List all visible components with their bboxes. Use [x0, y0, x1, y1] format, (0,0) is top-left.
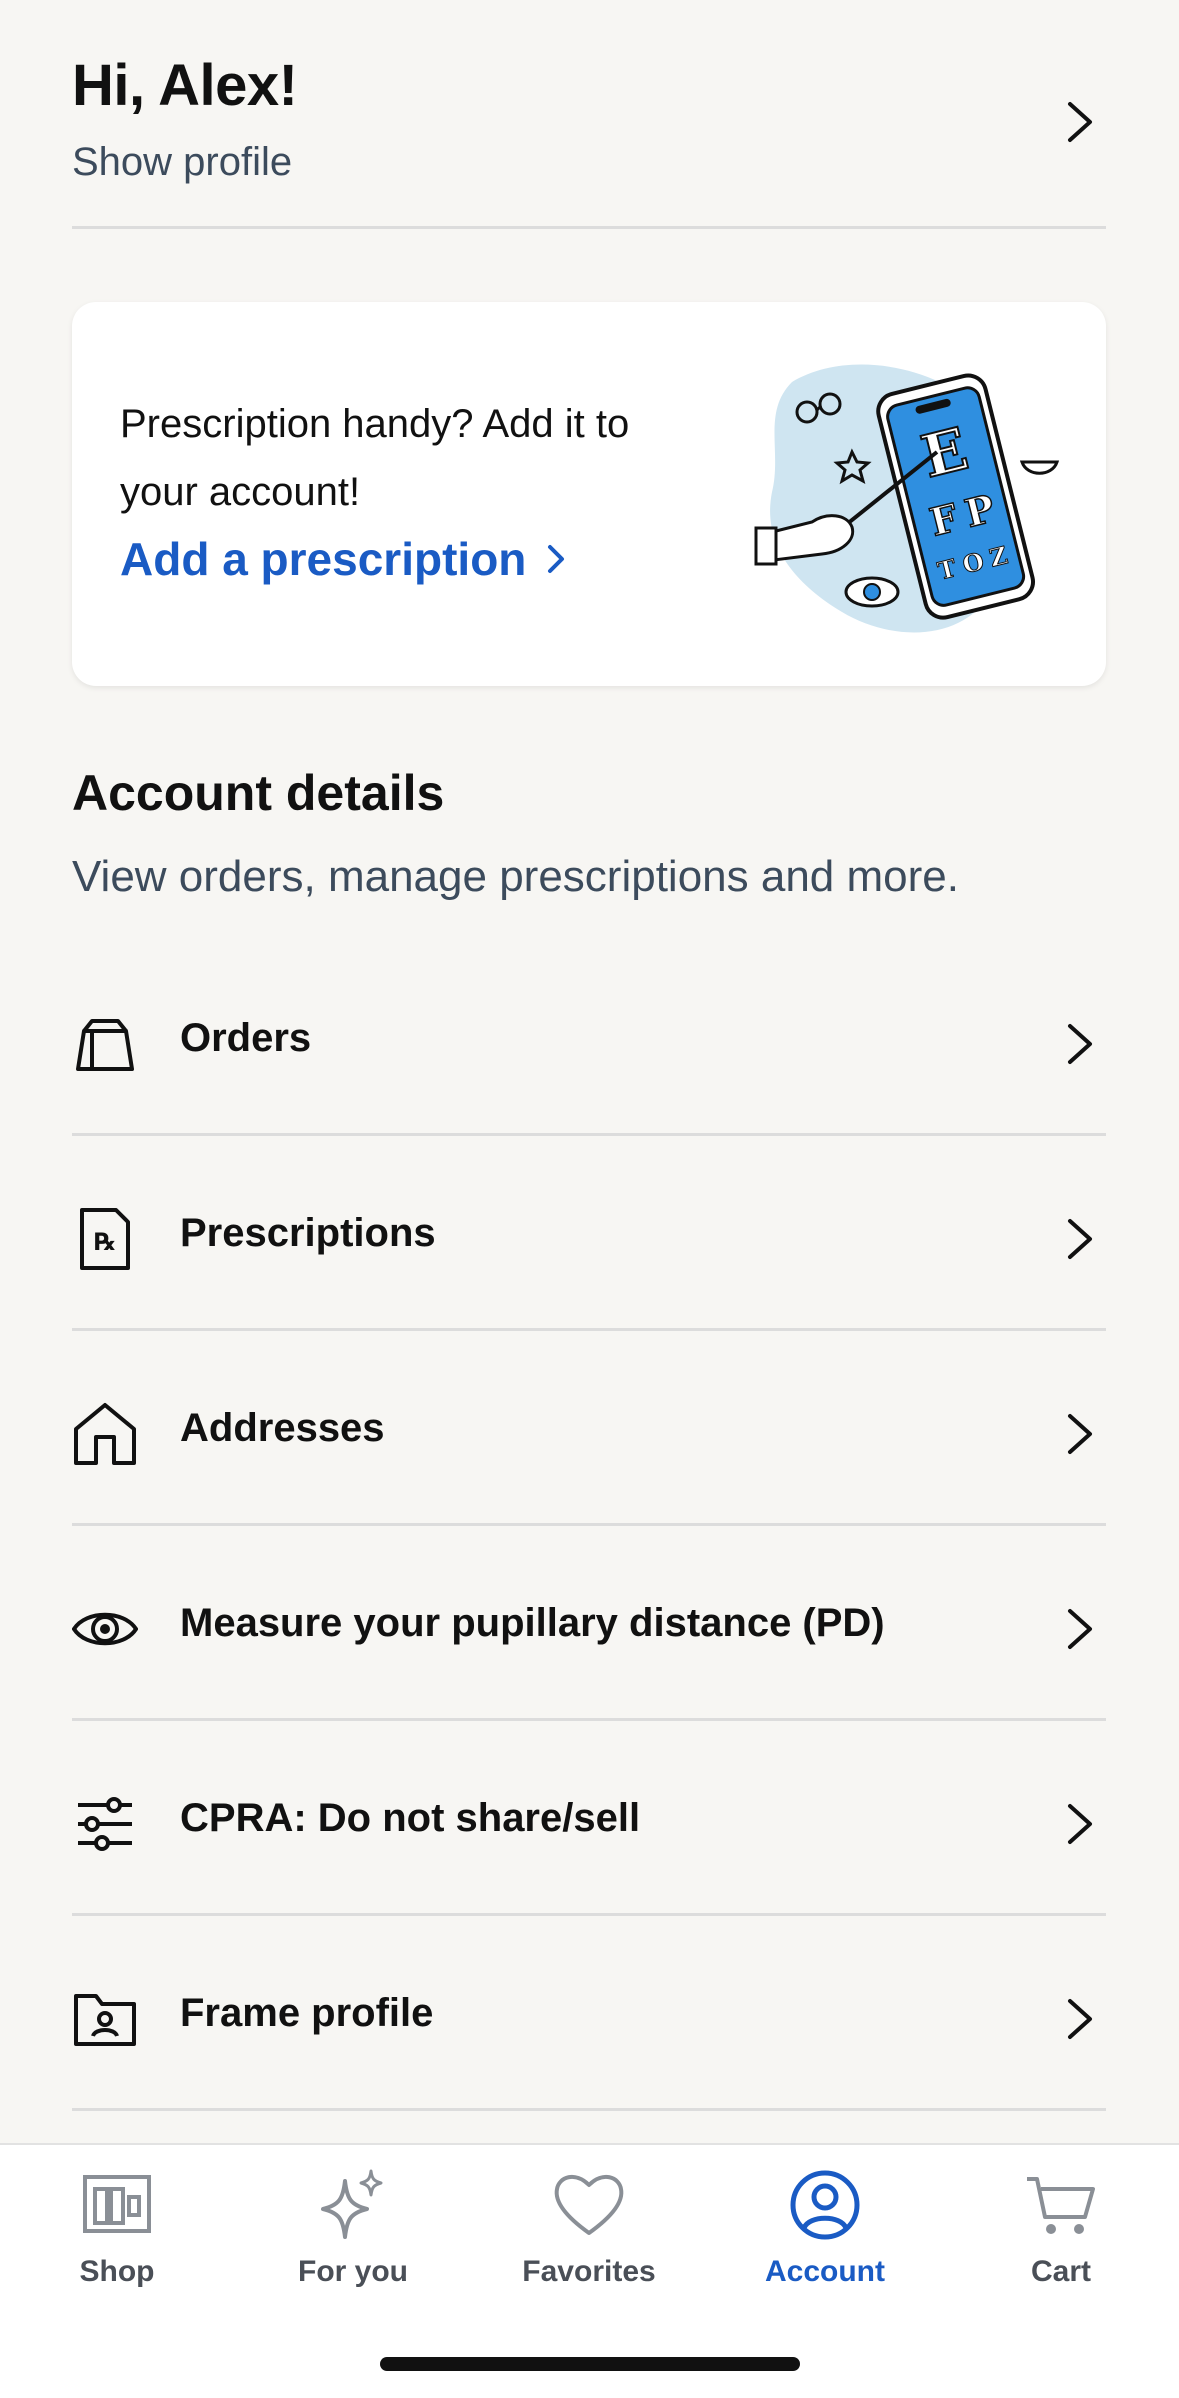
heart-icon — [554, 2174, 624, 2235]
chevron-right-icon — [1068, 1024, 1092, 1064]
menu-item-addresses[interactable]: Addresses — [72, 1332, 1106, 1526]
menu-item-prescriptions[interactable]: ℞ Prescriptions — [72, 1137, 1106, 1331]
tab-label: Cart — [1030, 2255, 1091, 2288]
chevron-right-icon — [1068, 1999, 1092, 2039]
add-prescription-link[interactable]: Add a prescription — [120, 532, 566, 586]
chevron-right-icon — [1068, 1414, 1092, 1454]
cart-icon — [1027, 2177, 1095, 2234]
tab-favorites[interactable]: Favorites — [489, 2167, 689, 2297]
add-prescription-label: Add a prescription — [120, 533, 527, 585]
tab-cart[interactable]: Cart — [961, 2167, 1161, 2297]
divider — [72, 226, 1106, 229]
menu-item-label: Orders — [180, 1016, 312, 1060]
chevron-right-icon — [1068, 1219, 1092, 1259]
tab-label: Favorites — [522, 2255, 656, 2288]
tab-for-you[interactable]: For you — [253, 2167, 453, 2297]
eye-icon — [72, 1612, 138, 1646]
menu-item-orders[interactable]: Orders — [72, 942, 1106, 1136]
menu-item-frame-profile[interactable]: Frame profile — [72, 1917, 1106, 2111]
section-title: Account details — [72, 765, 445, 821]
tab-label: Account — [765, 2255, 885, 2288]
shopping-bag-icon — [76, 1019, 134, 1071]
tab-account[interactable]: Account — [725, 2167, 925, 2297]
show-profile-link[interactable]: Show profile — [72, 140, 292, 185]
section-subtitle: View orders, manage prescriptions and mo… — [72, 852, 959, 901]
divider — [72, 1718, 1106, 1721]
divider — [72, 2108, 1106, 2111]
menu-item-label: CPRA: Do not share/sell — [180, 1796, 641, 1840]
promo-text: Prescription handy? Add it to your accou… — [120, 402, 630, 514]
menu-item-cpra[interactable]: CPRA: Do not share/sell — [72, 1722, 1106, 1916]
menu-item-measure-pd[interactable]: Measure your pupillary distance (PD) — [72, 1527, 1106, 1721]
chevron-right-icon — [548, 545, 565, 573]
menu-item-label: Measure your pupillary distance (PD) — [180, 1601, 885, 1645]
menu-item-label: Addresses — [180, 1406, 385, 1450]
shop-icon — [83, 2175, 151, 2233]
tab-label: For you — [298, 2255, 408, 2288]
prescription-icon: ℞ — [80, 1208, 130, 1270]
account-icon — [790, 2170, 860, 2240]
svg-text:℞: ℞ — [94, 1228, 116, 1256]
eye-chart-phone-illustration: E F P T O Z — [754, 364, 1060, 633]
divider — [72, 1328, 1106, 1331]
menu-item-label: Frame profile — [180, 1991, 434, 2035]
house-icon — [74, 1403, 136, 1465]
prescription-promo-card: Prescription handy? Add it to your accou… — [72, 302, 1106, 686]
chevron-right-icon[interactable] — [1062, 96, 1098, 148]
sparkles-icon — [321, 2169, 383, 2239]
divider — [72, 1133, 1106, 1136]
home-indicator — [380, 2357, 800, 2371]
sliders-icon — [78, 1797, 132, 1851]
frame-profile-icon — [74, 1994, 136, 2046]
tab-label: Shop — [79, 2255, 155, 2288]
chevron-right-icon — [1068, 1609, 1092, 1649]
divider — [72, 1523, 1106, 1526]
greeting-title: Hi, Alex! — [72, 53, 298, 118]
chevron-right-icon — [1068, 1804, 1092, 1844]
menu-item-label: Prescriptions — [180, 1211, 436, 1255]
divider — [72, 1913, 1106, 1916]
tab-shop[interactable]: Shop — [17, 2167, 217, 2297]
